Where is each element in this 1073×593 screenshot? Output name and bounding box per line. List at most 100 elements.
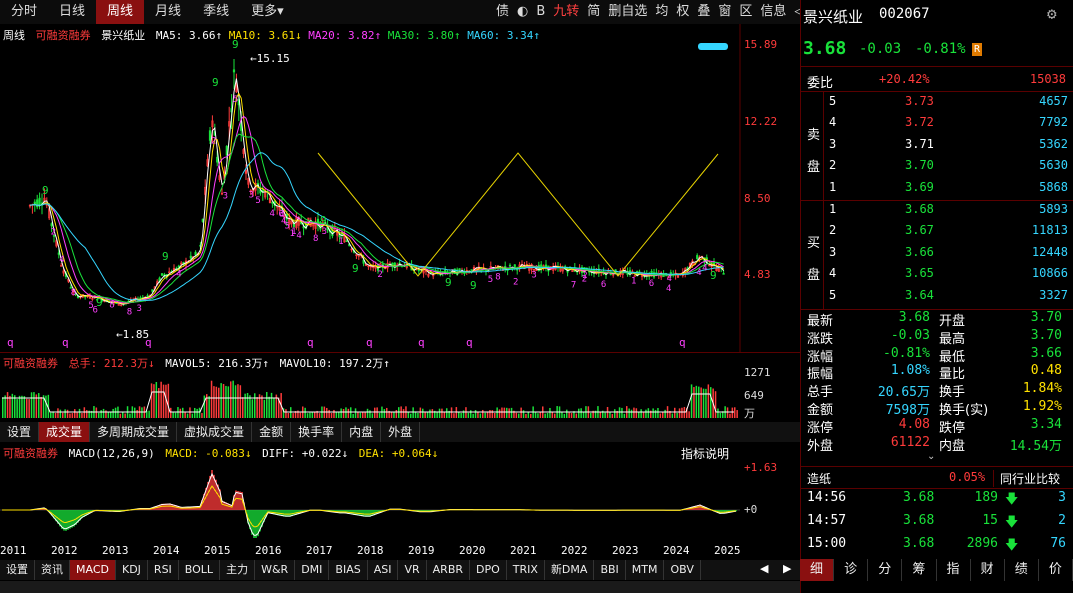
- period-tab-1[interactable]: 日线: [48, 0, 96, 24]
- tick-price: 3.68: [903, 490, 935, 505]
- volume-bar: [429, 409, 431, 418]
- volume-bar: [438, 408, 441, 418]
- volume-tab-1[interactable]: 成交量: [39, 422, 91, 442]
- indicator-tab-11[interactable]: VR: [398, 560, 427, 580]
- toolbar-action-1[interactable]: ◐: [513, 0, 532, 24]
- quote-nav-tab-0[interactable]: 细: [800, 559, 835, 581]
- toolbar-action-4[interactable]: 简: [583, 0, 604, 24]
- volume-tab-7[interactable]: 外盘: [381, 422, 421, 442]
- period-tab-4[interactable]: 季线: [192, 0, 240, 24]
- divider: [801, 66, 1073, 67]
- volume-bar: [290, 407, 292, 418]
- stat-value: 7598万: [885, 403, 930, 418]
- vol-tick: 1271: [744, 366, 771, 379]
- indicator-tab-16[interactable]: BBI: [594, 560, 626, 580]
- volume-tab-6[interactable]: 内盘: [342, 422, 382, 442]
- industry-name[interactable]: 造纸: [807, 470, 831, 487]
- macd-legend-dea: DEA: +0.064↓: [358, 447, 439, 460]
- volume-tab-0[interactable]: 设置: [0, 422, 40, 442]
- tab-scroll-left-icon[interactable]: ◀: [760, 562, 768, 575]
- toolbar-action-7[interactable]: 权: [672, 0, 693, 24]
- volume-bar: [657, 407, 659, 418]
- indicator-tab-10[interactable]: ASI: [368, 560, 399, 580]
- volume-bar: [647, 408, 650, 418]
- candle-body: [232, 69, 236, 73]
- quote-nav-tab-7[interactable]: 价: [1039, 559, 1073, 581]
- toolbar-action-3[interactable]: 九转: [549, 0, 583, 24]
- candle-body: [160, 273, 164, 276]
- indicator-tab-4[interactable]: RSI: [148, 560, 179, 580]
- quote-nav-tab-4[interactable]: 指: [937, 559, 971, 581]
- macd-dea-line: [2, 485, 737, 528]
- indicator-tab-13[interactable]: DPO: [470, 560, 507, 580]
- indicator-tab-17[interactable]: MTM: [626, 560, 665, 580]
- volume-tab-5[interactable]: 换手率: [291, 422, 343, 442]
- expand-chevron-icon[interactable]: ⌄: [927, 451, 935, 462]
- volume-bar: [719, 412, 722, 418]
- industry-compare-button[interactable]: 同行业比较: [993, 470, 1060, 487]
- indicator-tab-6[interactable]: 主力: [220, 560, 256, 580]
- indicator-tab-9[interactable]: BIAS: [329, 560, 368, 580]
- period-tab-0[interactable]: 分时: [0, 0, 48, 24]
- volume-bar: [501, 407, 503, 418]
- indicator-tab-1[interactable]: 资讯: [35, 560, 70, 580]
- volume-bar: [345, 407, 347, 418]
- indicator-tab-15[interactable]: 新DMA: [545, 560, 595, 580]
- tab-scroll-right-icon[interactable]: ▶: [783, 562, 791, 575]
- period-tab-5[interactable]: 更多▾: [240, 0, 295, 24]
- indicator-tab-12[interactable]: ARBR: [427, 560, 471, 580]
- macd-chart[interactable]: [0, 460, 740, 542]
- volume-bar: [21, 395, 23, 418]
- tick-price: 3.68: [903, 536, 935, 551]
- indicator-tab-2[interactable]: MACD: [70, 560, 116, 580]
- period-tab-3[interactable]: 月线: [144, 0, 192, 24]
- volume-tab-4[interactable]: 金额: [252, 422, 292, 442]
- indicator-tab-7[interactable]: W&R: [255, 560, 296, 580]
- toolbar-action-11[interactable]: 信息: [756, 0, 790, 24]
- volume-tab-2[interactable]: 多周期成交量: [90, 422, 178, 442]
- quote-nav-tab-2[interactable]: 分: [868, 559, 903, 581]
- kline-canvas[interactable]: 9999999 999q q q q q q q q8224336168444784451536…: [0, 24, 800, 352]
- volume-bar: [186, 413, 189, 418]
- toolbar-action-5[interactable]: 删自选: [604, 0, 651, 24]
- indicator-tab-3[interactable]: KDJ: [116, 560, 148, 580]
- volume-chart[interactable]: [0, 368, 740, 420]
- toolbar-action-0[interactable]: 债: [492, 0, 513, 24]
- volume-bar: [232, 380, 234, 418]
- macd-diff-line: [2, 472, 737, 536]
- toolbar-action-9[interactable]: 窗: [714, 0, 735, 24]
- volume-bar: [676, 412, 678, 418]
- volume-bar: [707, 384, 710, 418]
- indicator-tab-5[interactable]: BOLL: [179, 560, 221, 580]
- nine-turn-marker: 5: [488, 275, 493, 285]
- indicator-tab-18[interactable]: OBV: [664, 560, 701, 580]
- quote-nav-tab-1[interactable]: 诊: [834, 559, 869, 581]
- volume-bar: [710, 387, 712, 418]
- volume-bar: [230, 381, 232, 418]
- year-label: 2011: [0, 544, 27, 557]
- period-tab-2[interactable]: 周线: [96, 0, 145, 24]
- toolbar-action-6[interactable]: 均: [651, 0, 672, 24]
- quote-nav-tab-6[interactable]: 绩: [1005, 559, 1039, 581]
- volume-bar: [422, 408, 424, 418]
- toolbar-action-10[interactable]: 区: [735, 0, 756, 24]
- toolbar-action-8[interactable]: 叠: [693, 0, 714, 24]
- down-arrow-icon: 🡇: [1005, 538, 1019, 553]
- indicator-tab-14[interactable]: TRIX: [507, 560, 545, 580]
- quote-nav-tab-5[interactable]: 财: [971, 559, 1005, 581]
- nine-turn-marker: 8: [313, 234, 318, 244]
- gear-icon[interactable]: ⚙: [1047, 4, 1057, 23]
- quote-nav-tab-3[interactable]: 筹: [902, 559, 937, 581]
- candle-body: [194, 251, 197, 256]
- volume-bar: [177, 407, 179, 418]
- volume-bar: [352, 413, 354, 418]
- toolbar-action-2[interactable]: B: [532, 0, 549, 24]
- kline-chart[interactable]: 9999999999qqqqqqqq8224336168444784451536…: [0, 24, 800, 352]
- volume-bar: [191, 413, 194, 418]
- indicator-tab-8[interactable]: DMI: [295, 560, 330, 580]
- scroll-thumb-icon[interactable]: [698, 43, 728, 50]
- volume-bar: [335, 411, 338, 418]
- volume-tab-3[interactable]: 虚拟成交量: [177, 422, 253, 442]
- order-level: 1: [829, 202, 837, 216]
- indicator-tab-0[interactable]: 设置: [0, 560, 35, 580]
